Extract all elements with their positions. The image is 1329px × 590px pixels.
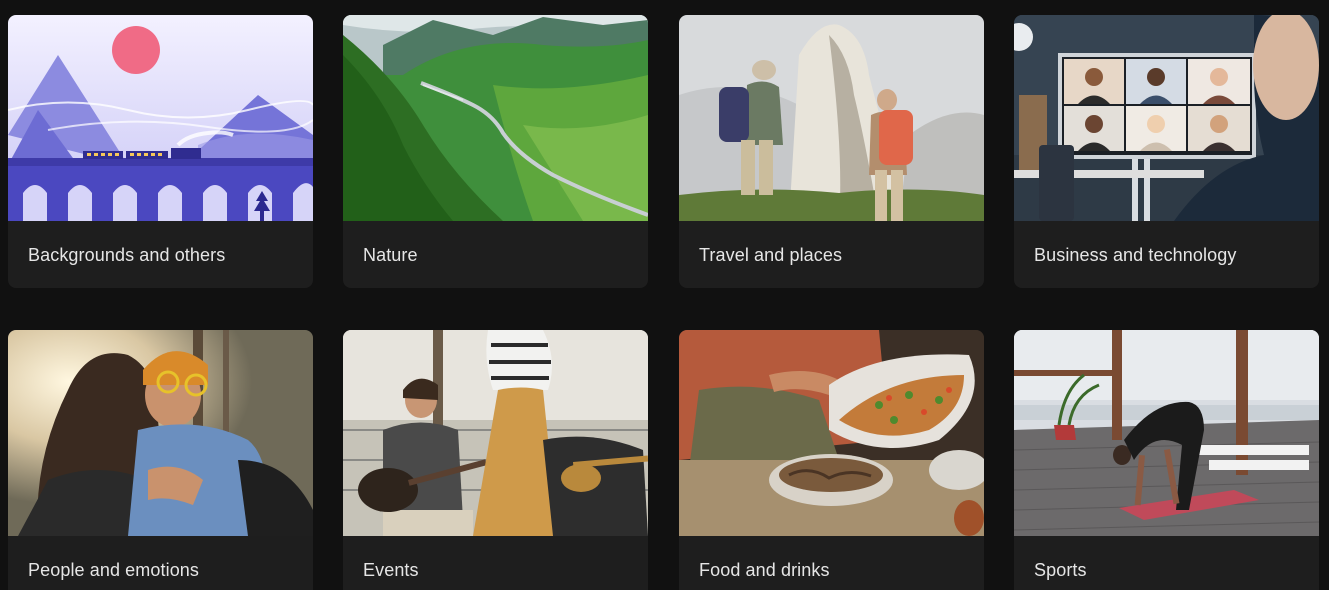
category-grid: Backgrounds and others Nature Travel and… [0, 0, 1329, 590]
category-card-people[interactable]: People and emotions [8, 330, 313, 590]
category-card-nature[interactable]: Nature [343, 15, 648, 288]
category-label: Sports [1034, 560, 1087, 580]
category-image-events [343, 330, 648, 536]
category-card-sports[interactable]: Sports [1014, 330, 1319, 590]
category-label: Food and drinks [699, 560, 830, 580]
category-image-people [8, 330, 313, 536]
category-card-backgrounds[interactable]: Backgrounds and others [8, 15, 313, 288]
category-image-sports [1014, 330, 1319, 536]
category-card-food[interactable]: Food and drinks [679, 330, 984, 590]
category-image-food [679, 330, 984, 536]
category-card-events[interactable]: Events [343, 330, 648, 590]
category-label: Nature [363, 245, 418, 265]
category-label: People and emotions [28, 560, 200, 580]
category-image-backgrounds [8, 15, 313, 221]
category-image-business [1014, 15, 1319, 221]
category-image-nature [343, 15, 648, 221]
category-label: Business and technology [1034, 245, 1237, 265]
category-card-business[interactable]: Business and technology [1014, 15, 1319, 288]
category-card-travel[interactable]: Travel and places [679, 15, 984, 288]
category-label: Events [363, 560, 419, 580]
category-image-travel [679, 15, 984, 221]
category-label: Backgrounds and others [28, 245, 226, 265]
category-label: Travel and places [699, 245, 843, 265]
